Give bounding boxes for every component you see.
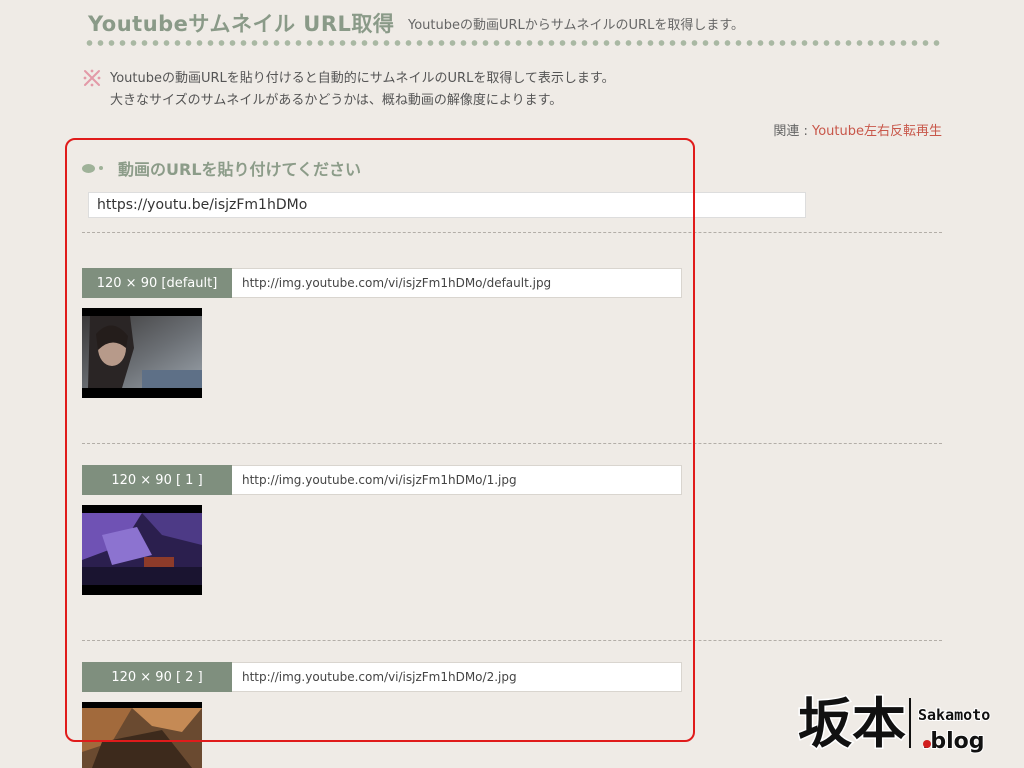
thumbnail-size-label: 120 × 90 [ 2 ]: [82, 662, 232, 692]
related-label: 関連 :: [773, 124, 812, 139]
bullet-icon: [82, 163, 95, 173]
thumbnail-url[interactable]: http://img.youtube.com/vi/isjzFm1hDMo/1.…: [232, 465, 682, 495]
dashed-divider: [82, 640, 942, 641]
watermark-kanji: 坂本: [798, 691, 906, 755]
note-line-2: 大きなサイズのサムネイルがあるかどうかは、概ね動画の解像度によります。: [110, 93, 563, 108]
thumbnail-image-1[interactable]: [82, 505, 202, 595]
youtube-url-input[interactable]: [88, 192, 806, 218]
thumbnail-url[interactable]: http://img.youtube.com/vi/isjzFm1hDMo/de…: [232, 268, 682, 298]
dashed-divider: [82, 232, 942, 233]
thumbnail-image-2[interactable]: [82, 702, 202, 768]
thumbnail-size-label: 120 × 90 [default]: [82, 268, 232, 298]
note-line-1: Youtubeの動画URLを貼り付けると自動的にサムネイルのURLを取得して表示…: [110, 71, 615, 86]
bullet-dot-icon: [99, 166, 103, 170]
related-link-flip-player[interactable]: Youtube左右反転再生: [812, 124, 942, 139]
dotted-divider: [84, 40, 944, 46]
note-text: Youtubeの動画URLを貼り付けると自動的にサムネイルのURLを取得して表示…: [110, 68, 615, 112]
related-links: 関連 : Youtube左右反転再生: [773, 120, 942, 139]
section-header: 動画のURLを貼り付けてください: [82, 156, 361, 180]
page-description: Youtubeの動画URLからサムネイルのURLを取得します。: [408, 18, 745, 33]
watermark-blog: .blog: [922, 729, 985, 754]
section-title: 動画のURLを貼り付けてください: [118, 160, 362, 179]
dashed-divider: [82, 443, 942, 444]
thumbnail-size-label: 120 × 90 [ 1 ]: [82, 465, 232, 495]
thumbnail-image-default[interactable]: [82, 308, 202, 398]
page-title: Youtubeサムネイル URL取得: [88, 12, 395, 36]
thumbnail-url[interactable]: http://img.youtube.com/vi/isjzFm1hDMo/2.…: [232, 662, 682, 692]
sakamoto-blog-watermark: 坂本 Sakamoto .blog: [797, 678, 1018, 763]
watermark-name: Sakamoto: [918, 706, 990, 724]
thumbnail-row-2: 120 × 90 [ 2 ] http://img.youtube.com/vi…: [82, 662, 682, 692]
thumbnail-row-default: 120 × 90 [default] http://img.youtube.co…: [82, 268, 682, 298]
highlight-box: [65, 138, 695, 742]
asterisk-icon: [83, 69, 101, 87]
thumbnail-row-1: 120 × 90 [ 1 ] http://img.youtube.com/vi…: [82, 465, 682, 495]
